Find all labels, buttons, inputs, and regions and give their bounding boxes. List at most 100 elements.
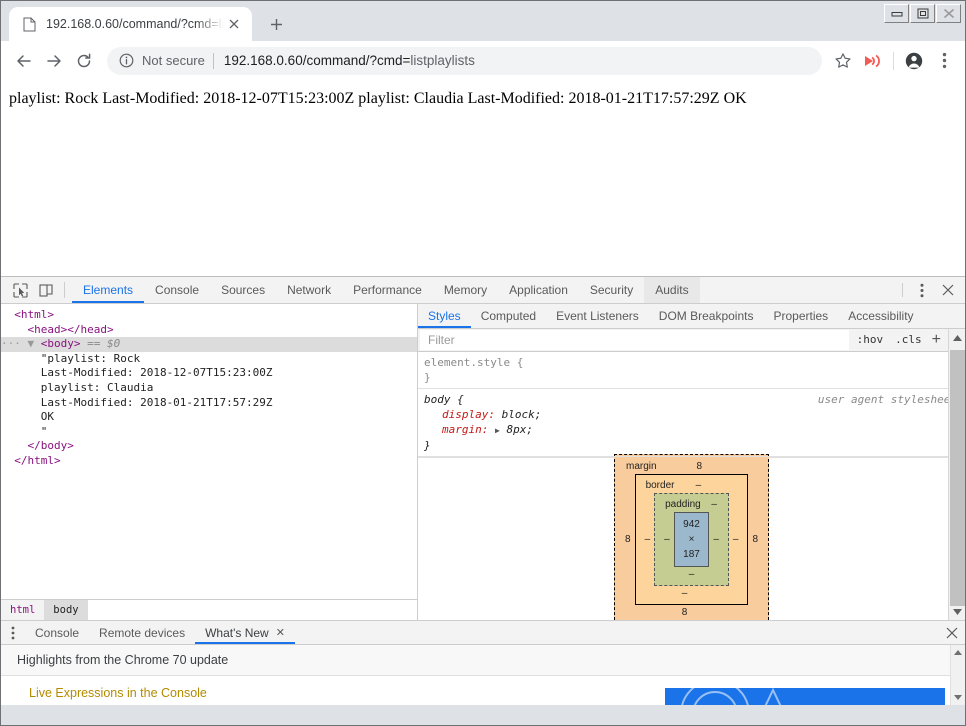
dom-row-expand-toggle[interactable]: ··· ▼ [1, 337, 41, 350]
device-toolbar-icon[interactable] [33, 277, 59, 303]
close-button[interactable] [936, 4, 961, 23]
border-left-value[interactable]: ‒ [641, 532, 655, 547]
profile-avatar-icon[interactable] [899, 46, 929, 76]
scrollbar-thumb[interactable] [949, 350, 965, 606]
dom-tree-row[interactable]: Last-Modified: 2018-12-07T15:23:00Z [1, 366, 417, 381]
dom-tree-row[interactable]: OK [1, 410, 417, 425]
drawer-tab-console[interactable]: Console [25, 621, 89, 644]
tab-label: Accessibility [848, 308, 914, 323]
margin-left-value[interactable]: 8 [621, 532, 635, 547]
drawer-tab-whats-new[interactable]: What's New ✕ [195, 621, 295, 645]
devtools-tab-audits[interactable]: Audits [644, 277, 700, 303]
sidebar-tab-computed[interactable]: Computed [471, 304, 546, 328]
devtools-tab-memory[interactable]: Memory [433, 277, 498, 303]
box-model-padding[interactable]: padding ‒ ‒ 942 × 187 ‒ ‒ [654, 493, 729, 587]
border-top-value[interactable]: ‒ [696, 478, 702, 493]
margin-top-value[interactable]: 8 [697, 459, 703, 474]
devtools-close-icon[interactable] [935, 284, 961, 296]
back-arrow-icon[interactable] [9, 46, 39, 76]
sidebar-tab-styles[interactable]: Styles [418, 304, 471, 328]
style-rule-element-style[interactable]: element.style { } [418, 352, 965, 389]
whats-new-scrollbar[interactable] [950, 645, 965, 705]
extension-icon[interactable] [858, 46, 888, 76]
devtools-tab-performance[interactable]: Performance [342, 277, 433, 303]
padding-bottom-value[interactable]: ‒ [660, 567, 723, 582]
new-style-rule-button[interactable]: + [928, 331, 947, 349]
margin-right-value[interactable]: 8 [748, 532, 762, 547]
styles-scrollbar[interactable] [948, 329, 965, 620]
devtools-tab-elements[interactable]: Elements [72, 277, 145, 303]
sidebar-tab-properties[interactable]: Properties [763, 304, 838, 328]
devtools-tab-console[interactable]: Console [144, 277, 210, 303]
star-icon[interactable] [828, 46, 858, 76]
box-model-content-size[interactable]: 942 × 187 [673, 512, 710, 568]
browser-tab[interactable]: 192.168.0.60/command/?cmd=lis [9, 7, 252, 41]
drawer-spacer [295, 621, 939, 644]
hov-toggle-button[interactable]: :hov [851, 333, 890, 346]
padding-top-value[interactable]: ‒ [711, 497, 717, 512]
tab-close-icon[interactable] [224, 14, 244, 34]
dom-tree-row[interactable]: </body> [1, 439, 417, 454]
margin-bottom-value[interactable]: 8 [621, 605, 762, 620]
whats-new-item-link[interactable]: Live Expressions in the Console [29, 686, 207, 700]
dom-tree-row[interactable]: playlist: Claudia [1, 381, 417, 396]
url-main: 192.168.0.60/command/?cmd= [223, 53, 411, 68]
dom-tree-row[interactable]: "playlist: Rock [1, 352, 417, 367]
whats-new-panel: Highlights from the Chrome 70 update Liv… [1, 645, 965, 705]
dom-tree[interactable]: <html> <head></head> ··· ▼ <body> == $0 "… [1, 304, 417, 599]
minimize-button[interactable] [884, 4, 909, 23]
scroll-up-arrow-icon[interactable] [949, 329, 966, 346]
dom-tree-row[interactable]: " [1, 425, 417, 440]
breadcrumb-item-body[interactable]: body [44, 600, 88, 620]
box-model-margin[interactable]: margin 8 8 border ‒ ‒ padding ‒ ‒ 942 × … [614, 454, 769, 620]
devtools-more-icon[interactable] [909, 283, 935, 298]
devtools-tab-network[interactable]: Network [276, 277, 342, 303]
style-rule-body[interactable]: body { user agent stylesheet display: bl… [418, 389, 965, 457]
style-property-display[interactable]: display: block; [424, 407, 965, 422]
forward-arrow-icon[interactable] [39, 46, 69, 76]
dom-tree-row[interactable]: </html> [1, 454, 417, 469]
border-right-value[interactable]: ‒ [729, 532, 743, 547]
dom-tree-row[interactable]: ··· ▼ <body> == $0 [1, 337, 417, 352]
expand-triangle-icon[interactable]: ▶ [495, 426, 500, 435]
padding-right-value[interactable]: ‒ [709, 532, 723, 547]
address-bar[interactable]: Not secure 192.168.0.60/command/?cmd=lis… [107, 46, 822, 75]
scrollbar-track[interactable] [949, 346, 966, 606]
drawer-close-icon[interactable] [939, 621, 965, 644]
drawer-tab-remote-devices[interactable]: Remote devices [89, 621, 195, 644]
dom-tree-row[interactable]: Last-Modified: 2018-01-21T17:57:29Z [1, 396, 417, 411]
new-tab-button[interactable] [262, 10, 290, 38]
sidebar-tab-accessibility[interactable]: Accessibility [838, 304, 923, 328]
scroll-up-arrow-icon[interactable] [954, 645, 962, 660]
drawer-menu-icon[interactable] [1, 621, 25, 644]
devtools-body: <html> <head></head> ··· ▼ <body> == $0 "… [1, 304, 965, 620]
inspect-element-icon[interactable] [7, 277, 33, 303]
tab-label: Performance [353, 283, 422, 297]
dom-tree-row[interactable]: <head></head> [1, 323, 417, 338]
dom-text-node: " [1, 424, 48, 438]
property-value: block; [501, 407, 542, 421]
tab-label: Elements [83, 283, 134, 297]
devtools-tab-application[interactable]: Application [498, 277, 579, 303]
breadcrumb-item-html[interactable]: html [1, 600, 44, 620]
devtools-panel: Elements Console Sources Network Perform… [1, 277, 965, 621]
info-circle-icon[interactable] [117, 52, 135, 70]
style-property-margin[interactable]: margin: ▶ 8px; [424, 422, 965, 438]
whats-new-heading: Highlights from the Chrome 70 update [1, 645, 965, 677]
drawer-tab-close-icon[interactable]: ✕ [276, 626, 285, 639]
devtools-tab-sources[interactable]: Sources [210, 277, 276, 303]
devtools-tab-security[interactable]: Security [579, 277, 644, 303]
sidebar-tab-event-listeners[interactable]: Event Listeners [546, 304, 649, 328]
sidebar-tab-dom-breakpoints[interactable]: DOM Breakpoints [649, 304, 764, 328]
border-bottom-value[interactable]: ‒ [641, 586, 743, 601]
styles-filter-input[interactable] [420, 329, 849, 350]
three-dot-menu-icon[interactable] [929, 46, 959, 76]
dom-tree-row[interactable]: <html> [1, 308, 417, 323]
scroll-down-arrow-icon[interactable] [954, 690, 962, 705]
cls-toggle-button[interactable]: .cls [889, 333, 928, 346]
box-model-border[interactable]: border ‒ ‒ padding ‒ ‒ 942 × 187 ‒ ‒ ‒ ‒ [634, 474, 749, 606]
padding-left-value[interactable]: ‒ [660, 532, 674, 547]
box-model-diagram: margin 8 8 border ‒ ‒ padding ‒ ‒ 942 × … [418, 454, 965, 620]
maximize-button[interactable] [910, 4, 935, 23]
reload-icon[interactable] [69, 46, 99, 76]
